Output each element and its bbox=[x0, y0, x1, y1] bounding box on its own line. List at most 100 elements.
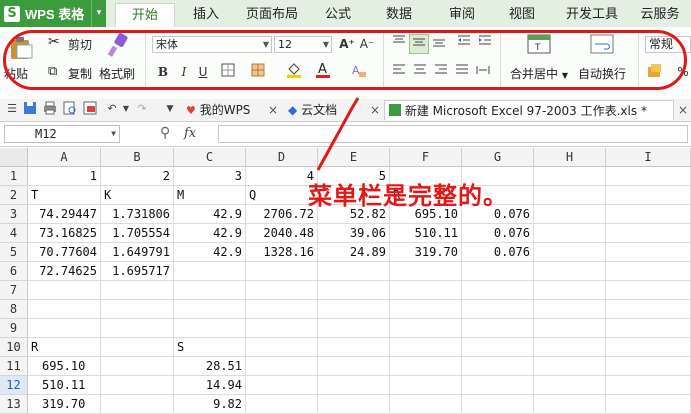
decrease-indent-button[interactable] bbox=[455, 34, 473, 52]
tab-start[interactable]: 开始 bbox=[115, 3, 175, 28]
cell[interactable] bbox=[606, 224, 691, 243]
currency-format-button[interactable] bbox=[646, 63, 664, 81]
column-header[interactable]: B bbox=[101, 148, 174, 167]
cell[interactable]: 510.11 bbox=[390, 224, 462, 243]
cell[interactable] bbox=[101, 338, 174, 357]
column-header[interactable]: E bbox=[318, 148, 390, 167]
cell[interactable]: 42.9 bbox=[174, 205, 246, 224]
cell[interactable] bbox=[101, 395, 174, 414]
cell[interactable] bbox=[390, 338, 462, 357]
cell[interactable]: 24.89 bbox=[318, 243, 390, 262]
doc-tab-workbook[interactable]: 新建 Microsoft Excel 97-2003 工作表.xls * bbox=[384, 100, 674, 120]
cell[interactable]: 0.076 bbox=[462, 224, 534, 243]
export-pdf-icon[interactable] bbox=[82, 101, 98, 117]
cell[interactable]: 74.29447 bbox=[28, 205, 101, 224]
cell[interactable] bbox=[318, 262, 390, 281]
cell[interactable]: 3 bbox=[174, 167, 246, 186]
cell[interactable] bbox=[462, 281, 534, 300]
tab-developer[interactable]: 开发工具 bbox=[560, 0, 624, 27]
row-header[interactable]: 10 bbox=[0, 338, 28, 357]
tab-insert[interactable]: 插入 bbox=[184, 0, 228, 27]
print-preview-icon[interactable] bbox=[62, 101, 78, 117]
cell[interactable] bbox=[534, 186, 606, 205]
cell[interactable] bbox=[101, 376, 174, 395]
row-header[interactable]: 12 bbox=[0, 376, 28, 395]
cell[interactable]: R bbox=[28, 338, 101, 357]
row-header[interactable]: 5 bbox=[0, 243, 28, 262]
cell[interactable] bbox=[101, 357, 174, 376]
merge-center-icon-button[interactable]: T bbox=[527, 34, 551, 54]
borders-button[interactable] bbox=[219, 63, 237, 81]
cell[interactable]: 1.731806 bbox=[101, 205, 174, 224]
cell[interactable] bbox=[534, 357, 606, 376]
cell[interactable]: 14.94 bbox=[174, 376, 246, 395]
paste-label[interactable]: 粘贴 bbox=[4, 65, 28, 82]
cell[interactable] bbox=[390, 262, 462, 281]
cell[interactable] bbox=[606, 167, 691, 186]
increase-indent-button[interactable] bbox=[476, 34, 494, 52]
cell[interactable] bbox=[462, 395, 534, 414]
customize-toolbar-icon[interactable]: ▼ bbox=[162, 101, 178, 117]
cell[interactable] bbox=[101, 281, 174, 300]
app-menu-button[interactable]: S WPS 表格 ▾ bbox=[0, 0, 106, 27]
cell[interactable]: 42.9 bbox=[174, 224, 246, 243]
cell-fill-pattern-button[interactable] bbox=[249, 63, 267, 81]
row-header[interactable]: 4 bbox=[0, 224, 28, 243]
cell[interactable] bbox=[390, 357, 462, 376]
row-header[interactable]: 11 bbox=[0, 357, 28, 376]
cell[interactable] bbox=[318, 338, 390, 357]
cell[interactable]: 70.77604 bbox=[28, 243, 101, 262]
tab-formulas[interactable]: 公式 bbox=[316, 0, 360, 27]
cell[interactable] bbox=[606, 281, 691, 300]
column-header[interactable]: G bbox=[462, 148, 534, 167]
cell[interactable] bbox=[318, 319, 390, 338]
cell[interactable] bbox=[606, 262, 691, 281]
fill-color-button[interactable] bbox=[285, 61, 303, 79]
tab-data[interactable]: 数据 bbox=[377, 0, 421, 27]
cell[interactable]: 319.70 bbox=[28, 395, 101, 414]
cell[interactable] bbox=[174, 281, 246, 300]
cell[interactable] bbox=[101, 319, 174, 338]
align-bottom-button[interactable] bbox=[430, 34, 448, 52]
cell[interactable]: K bbox=[101, 186, 174, 205]
cell[interactable]: M bbox=[174, 186, 246, 205]
cell[interactable] bbox=[28, 300, 101, 319]
grow-font-button[interactable]: A⁺ bbox=[338, 35, 356, 53]
cell[interactable] bbox=[606, 338, 691, 357]
shrink-font-button[interactable]: A⁻ bbox=[358, 35, 376, 53]
cell[interactable] bbox=[606, 319, 691, 338]
tab-cloud-service[interactable]: 云服务 bbox=[632, 0, 688, 27]
cell[interactable] bbox=[390, 376, 462, 395]
row-header[interactable]: 6 bbox=[0, 262, 28, 281]
cell[interactable] bbox=[318, 357, 390, 376]
cell[interactable]: 0.076 bbox=[462, 243, 534, 262]
cell[interactable]: 39.06 bbox=[318, 224, 390, 243]
cell[interactable]: 1 bbox=[28, 167, 101, 186]
cell[interactable]: 2040.48 bbox=[246, 224, 318, 243]
cell[interactable] bbox=[606, 376, 691, 395]
cell[interactable]: 1.695717 bbox=[101, 262, 174, 281]
underline-button[interactable]: U bbox=[194, 63, 212, 81]
column-header[interactable]: F bbox=[390, 148, 462, 167]
save-icon[interactable] bbox=[22, 101, 38, 117]
italic-button[interactable]: I bbox=[175, 63, 193, 81]
cell[interactable] bbox=[534, 262, 606, 281]
format-painter-button[interactable] bbox=[104, 32, 132, 60]
cell[interactable] bbox=[534, 376, 606, 395]
align-right-button[interactable] bbox=[432, 63, 450, 81]
row-header[interactable]: 2 bbox=[0, 186, 28, 205]
cell[interactable] bbox=[534, 243, 606, 262]
name-box[interactable]: M12 ▼ bbox=[4, 125, 120, 143]
cell[interactable] bbox=[390, 319, 462, 338]
cell[interactable]: 1.649791 bbox=[101, 243, 174, 262]
cell[interactable] bbox=[246, 338, 318, 357]
cell[interactable] bbox=[534, 205, 606, 224]
justify-button[interactable] bbox=[453, 63, 471, 81]
close-tab-my-wps[interactable]: × bbox=[268, 100, 278, 120]
cell[interactable] bbox=[246, 262, 318, 281]
cell[interactable] bbox=[174, 319, 246, 338]
print-icon[interactable] bbox=[42, 101, 58, 117]
cell[interactable] bbox=[318, 300, 390, 319]
cell[interactable] bbox=[246, 300, 318, 319]
cell[interactable]: S bbox=[174, 338, 246, 357]
